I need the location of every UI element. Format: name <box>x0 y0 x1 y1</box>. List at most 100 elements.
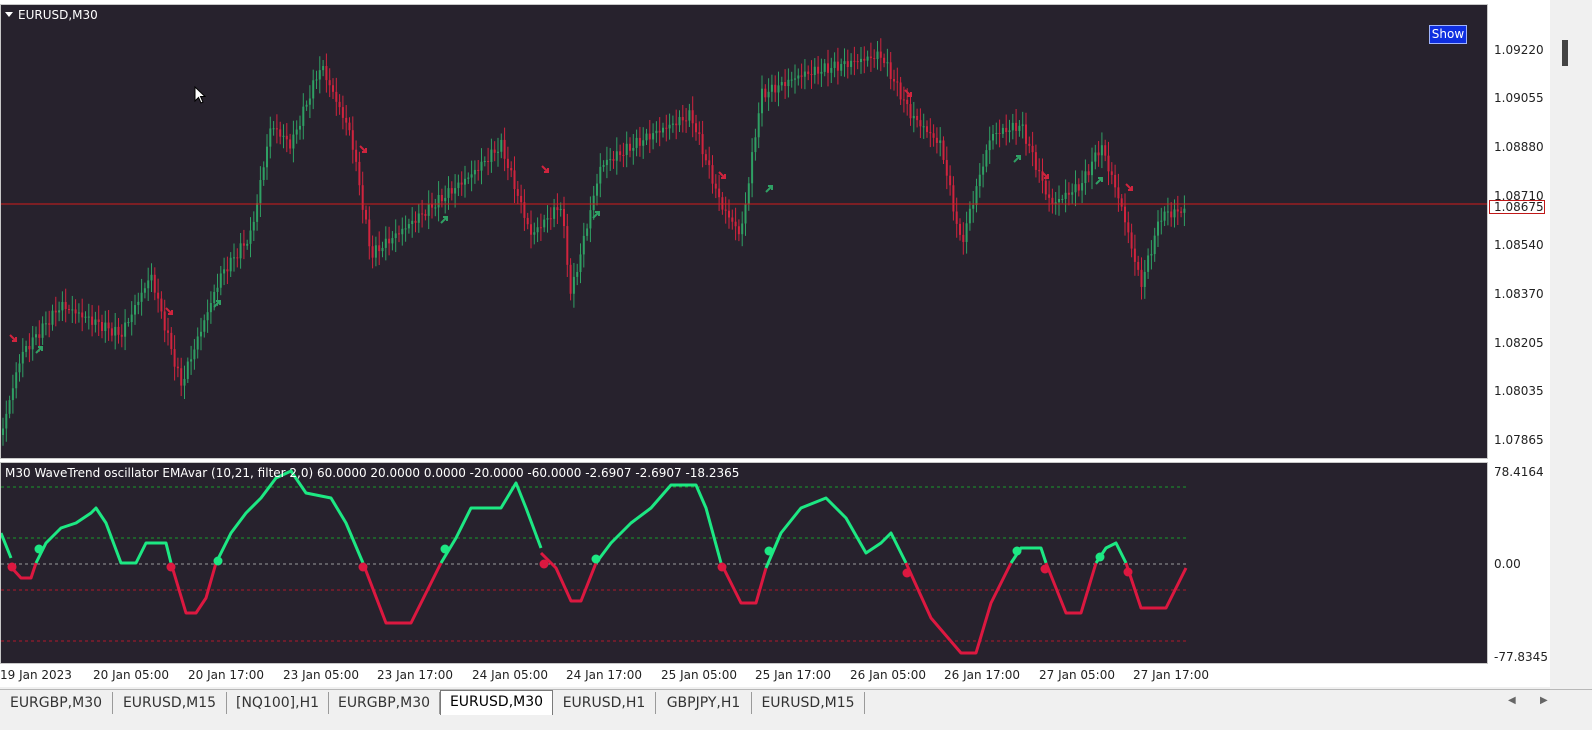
candle-body <box>533 232 536 235</box>
candle-body <box>929 132 932 134</box>
tab-scroll-left-icon[interactable]: ◀ <box>1508 695 1516 706</box>
tab-eurusd-m15[interactable]: EURUSD,M15 <box>113 692 227 714</box>
time-axis-label: 24 Jan 05:00 <box>472 668 548 682</box>
candle-body <box>820 71 823 74</box>
signal-dot <box>591 554 601 564</box>
candle-body <box>995 133 998 135</box>
candle-body <box>1034 152 1037 170</box>
candle-body <box>724 209 727 211</box>
price-axis-label: 1.08540 <box>1494 238 1544 252</box>
candle-body <box>1051 197 1054 205</box>
candle-body <box>942 140 945 160</box>
candle-body <box>2 428 4 435</box>
tab-gbpjpy-h1[interactable]: GBPJPY,H1 <box>656 692 752 714</box>
candle-body <box>833 61 836 68</box>
show-button[interactable]: Show <box>1429 25 1467 44</box>
candle-body <box>945 159 948 176</box>
sell-arrow-icon <box>165 307 173 315</box>
candle-body <box>440 194 443 202</box>
scrollbar-thumb[interactable] <box>1562 40 1568 66</box>
candle-body <box>186 361 189 379</box>
buy-arrow-icon <box>1013 155 1021 163</box>
candle-body <box>952 185 955 212</box>
candle-body <box>549 218 552 220</box>
candle-body <box>434 207 437 209</box>
candle-body <box>883 57 886 64</box>
sell-arrow-icon <box>359 145 367 153</box>
candle-body <box>665 127 668 129</box>
vertical-scrollbar[interactable] <box>1550 0 1592 687</box>
candle-body <box>688 110 691 121</box>
candle-body <box>378 245 381 252</box>
candle-body <box>371 246 374 258</box>
candle-body <box>68 309 70 311</box>
price-chart-panel[interactable]: EURUSD,M30 Show <box>0 4 1488 459</box>
candle-body <box>338 101 341 108</box>
candle-body <box>998 133 1001 135</box>
candle-body <box>589 210 592 229</box>
candle-body <box>780 82 783 86</box>
candle-body <box>569 264 572 294</box>
candle-body <box>483 161 486 163</box>
dropdown-triangle-icon[interactable] <box>5 12 13 17</box>
candle-body <box>615 151 618 161</box>
candle-body <box>807 71 810 75</box>
oscillator-up-segment <box>594 483 723 564</box>
candle-body <box>137 301 140 306</box>
candle-body <box>681 117 684 121</box>
candle-body <box>31 337 34 350</box>
tab-eurusd-h1[interactable]: EURUSD,H1 <box>553 692 656 714</box>
tab-eurgbp-m30[interactable]: EURGBP,M30 <box>0 692 113 714</box>
candle-body <box>1058 199 1060 203</box>
candle-body <box>292 134 295 149</box>
oscillator-panel[interactable]: M30 WaveTrend oscillator EMAvar (10,21, … <box>0 462 1488 664</box>
tab-eurusd-m30[interactable]: EURUSD,M30 <box>440 690 553 715</box>
candle-body <box>477 169 480 171</box>
candle-body <box>718 188 721 198</box>
candle-body <box>869 56 872 59</box>
signal-dot <box>1040 564 1050 574</box>
candle-body <box>368 219 371 247</box>
candle-body <box>345 117 348 123</box>
tab-nq100-h1[interactable]: [NQ100],H1 <box>227 692 329 714</box>
oscillator-up-segment <box>34 506 173 565</box>
buy-arrow-icon <box>1095 177 1103 185</box>
candle-body <box>91 316 94 325</box>
candle-body <box>183 378 186 386</box>
candle-body <box>638 137 641 146</box>
signal-dot <box>166 562 176 572</box>
candle-body <box>114 326 117 336</box>
candle-body <box>497 151 499 153</box>
candle-body <box>810 74 813 76</box>
candle-body <box>853 60 856 62</box>
tab-eurgbp-m30-2[interactable]: EURGBP,M30 <box>329 692 440 714</box>
candle-body <box>629 143 631 151</box>
candle-body <box>242 243 245 246</box>
candle-body <box>1097 152 1100 156</box>
candle-body <box>38 334 41 338</box>
oscillator-title: M30 WaveTrend oscillator EMAvar (10,21, … <box>5 466 740 480</box>
candle-body <box>262 167 265 181</box>
oscillator-up-segment <box>1 532 13 559</box>
candle-body <box>1110 171 1113 175</box>
chart-window[interactable]: EURUSD,M30 Show M30 WaveTrend oscillator… <box>0 0 1592 687</box>
candle-body <box>744 204 747 224</box>
candle-body <box>539 227 542 229</box>
candle-body <box>444 197 447 202</box>
candle-body <box>737 226 740 235</box>
candle-body <box>500 139 503 152</box>
signal-dot <box>1095 552 1105 562</box>
candle-body <box>817 66 820 74</box>
candle-body <box>836 61 839 71</box>
time-axis-label: 23 Jan 05:00 <box>283 668 359 682</box>
candle-body <box>1163 211 1166 221</box>
candle-body <box>536 227 539 233</box>
tab-scroll-right-icon[interactable]: ▶ <box>1540 695 1548 706</box>
candle-body <box>1011 122 1014 131</box>
time-axis-label: 23 Jan 17:00 <box>377 668 453 682</box>
candle-body <box>493 149 496 153</box>
candle-body <box>1100 145 1103 156</box>
tab-eurusd-m15-2[interactable]: EURUSD,M15 <box>752 692 865 714</box>
time-axis-label: 27 Jan 17:00 <box>1133 668 1209 682</box>
candle-body <box>955 211 958 224</box>
